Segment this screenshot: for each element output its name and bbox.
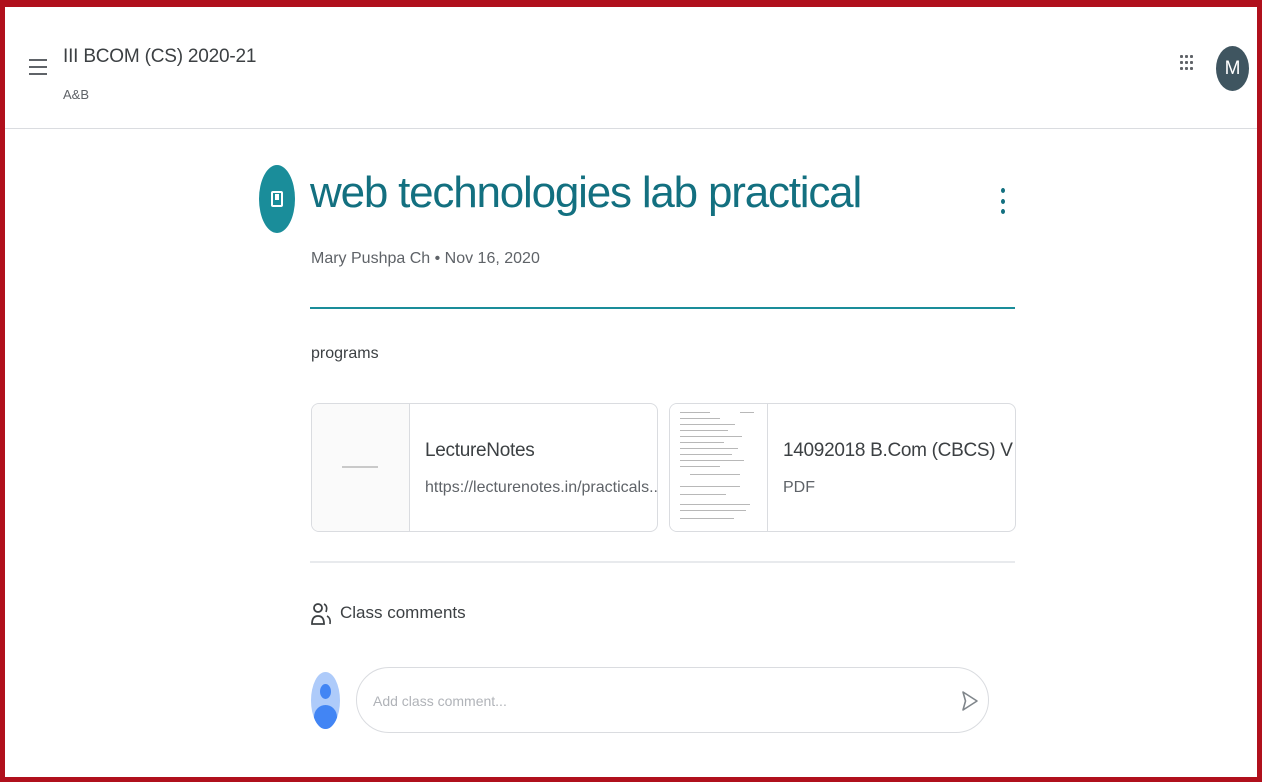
people-icon: [311, 603, 331, 625]
attachment-title: LectureNotes: [425, 440, 535, 461]
assignment-icon: [259, 165, 295, 233]
top-app-bar: III BCOM (CS) 2020-21 A&B M: [5, 7, 1257, 129]
class-section: A&B: [63, 87, 90, 102]
attachment-title: 14092018 B.Com (CBCS) V S...: [783, 440, 1015, 461]
send-icon[interactable]: [961, 689, 979, 713]
post-meta: Mary Pushpa Ch • Nov 16, 2020: [311, 250, 540, 267]
account-avatar[interactable]: M: [1216, 46, 1249, 91]
pdf-thumbnail: [670, 404, 768, 531]
class-comment-input[interactable]: [371, 688, 935, 714]
apps-grid-icon[interactable]: [1180, 55, 1196, 71]
attachment-card-pdf[interactable]: 14092018 B.Com (CBCS) V S... PDF: [669, 403, 1016, 532]
post-title: web technologies lab practical: [310, 168, 862, 217]
attachment-type: PDF: [783, 479, 815, 496]
comment-box: [356, 667, 989, 733]
more-vert-icon[interactable]: [1000, 188, 1006, 214]
attachment-card-link[interactable]: LectureNotes https://lecturenotes.in/pra…: [311, 403, 658, 532]
header-divider: [310, 307, 1015, 309]
menu-icon[interactable]: [29, 59, 47, 75]
user-avatar: [311, 672, 340, 729]
section-divider: [310, 561, 1015, 563]
attachment-url: https://lecturenotes.in/practicals...: [425, 479, 658, 496]
class-comments-label: Class comments: [340, 603, 466, 622]
link-thumbnail: [312, 404, 410, 531]
post-description: programs: [311, 345, 379, 362]
class-name[interactable]: III BCOM (CS) 2020-21: [63, 46, 256, 68]
